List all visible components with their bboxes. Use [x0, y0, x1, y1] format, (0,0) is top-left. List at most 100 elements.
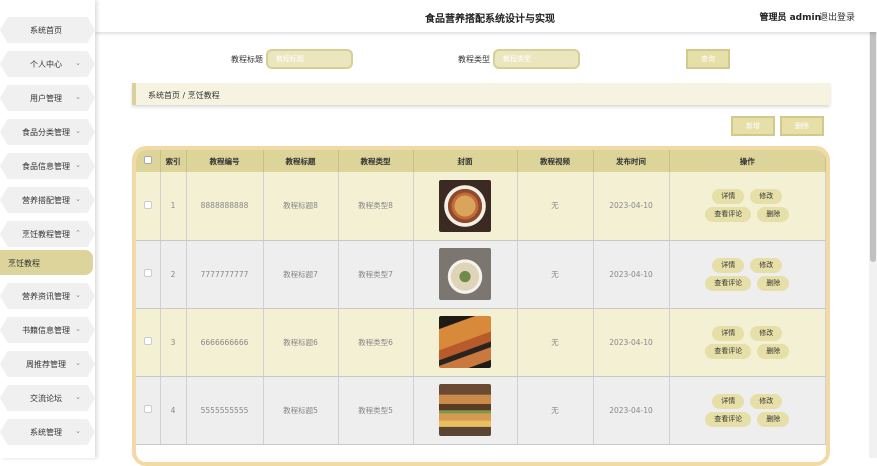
- cell-title: 教程标题8: [263, 172, 339, 241]
- sidebar-item-label: 系统首页: [30, 26, 62, 35]
- chevron-down-icon: ⌄: [75, 161, 81, 169]
- sidebar-item-users[interactable]: 用户管理 ⌄: [0, 85, 95, 111]
- column-header: 操作: [669, 150, 826, 172]
- sidebar-item-food-category[interactable]: 食品分类管理 ⌄: [0, 119, 95, 145]
- current-user: 管理员 admin: [759, 13, 821, 23]
- cell-type: 教程类型5: [338, 376, 414, 445]
- chevron-down-icon: ⌄: [75, 325, 81, 333]
- sidebar-item-home[interactable]: 系统首页: [0, 17, 95, 43]
- type-search-label: 教程类型: [458, 55, 490, 64]
- cover-image-burger-fries: [439, 384, 491, 436]
- cover-image-noodle-dish: [439, 179, 491, 232]
- column-header: 教程标题: [263, 150, 339, 172]
- row-checkbox[interactable]: [143, 337, 152, 345]
- sidebar-item-cooking-tutorial[interactable]: 烹饪教程管理 ⌃: [0, 221, 95, 247]
- cell-code: 7777777777: [186, 240, 264, 309]
- table-row: 3 6666666666 教程标题6 教程类型6 无 2023-04-10 详情…: [136, 308, 826, 377]
- chevron-up-icon: ⌃: [75, 229, 81, 237]
- page-scrollbar[interactable]: [869, 0, 877, 458]
- sidebar-item-books[interactable]: 书籍信息管理 ⌄: [0, 317, 95, 343]
- cell-title: 教程标题5: [263, 376, 339, 445]
- delete-button[interactable]: 删除: [757, 207, 790, 223]
- detail-button[interactable]: 详情: [712, 393, 745, 409]
- query-button[interactable]: 查询: [686, 49, 730, 69]
- detail-button[interactable]: 详情: [712, 257, 745, 273]
- row-checkbox[interactable]: [143, 405, 152, 413]
- cell-video: 无: [517, 308, 594, 377]
- view-comments-button[interactable]: 查看评论: [705, 207, 752, 223]
- cover-image-plated-meal: [439, 248, 491, 300]
- column-header: 封面: [413, 150, 518, 172]
- table-row: 4 5555555555 教程标题5 教程类型5 无 2023-04-10 详情…: [136, 376, 826, 445]
- detail-button[interactable]: 详情: [712, 189, 745, 205]
- chevron-down-icon: ⌄: [75, 393, 81, 401]
- logout-link[interactable]: 退出登录: [819, 10, 855, 23]
- cell-type: 教程类型8: [338, 172, 414, 241]
- add-button[interactable]: 新增: [731, 116, 775, 136]
- edit-button[interactable]: 修改: [750, 189, 783, 205]
- view-comments-button[interactable]: 查看评论: [705, 275, 752, 291]
- type-search-input[interactable]: [493, 49, 580, 69]
- select-all-cell[interactable]: [136, 150, 161, 172]
- cell-index: 2: [160, 240, 187, 309]
- cell-title: 教程标题6: [263, 308, 339, 377]
- breadcrumb: 系统首页 / 烹饪教程: [132, 83, 830, 105]
- edit-button[interactable]: 修改: [750, 325, 783, 341]
- sidebar: 系统首页 个人中心 ⌄ 用户管理 ⌄ 食品分类管理 ⌄ 食品信息管理 ⌄ 营养搭配管理 ⌄…: [0, 0, 95, 458]
- sidebar-item-weekly[interactable]: 周推荐管理 ⌄: [0, 351, 95, 377]
- edit-button[interactable]: 修改: [750, 393, 783, 409]
- sidebar-item-profile[interactable]: 个人中心 ⌄: [0, 51, 95, 77]
- sidebar-item-nutrition-combo[interactable]: 营养搭配管理 ⌄: [0, 187, 95, 213]
- sidebar-item-system[interactable]: 系统管理 ⌄: [0, 419, 95, 445]
- cell-date: 2023-04-10: [593, 308, 670, 377]
- delete-button[interactable]: 删除: [757, 275, 790, 291]
- edit-button[interactable]: 修改: [750, 257, 783, 273]
- cell-video: 无: [517, 172, 594, 241]
- chevron-down-icon: ⌄: [75, 359, 81, 367]
- chevron-down-icon: ⌄: [75, 195, 81, 203]
- cell-type: 教程类型6: [338, 308, 414, 377]
- cell-type: 教程类型7: [338, 240, 414, 309]
- cell-video: 无: [517, 240, 594, 309]
- column-header: 教程类型: [338, 150, 414, 172]
- sidebar-subitem-cooking-tutorial[interactable]: 烹饪教程: [0, 250, 93, 275]
- sidebar-item-nutrition-news[interactable]: 营养资讯管理 ⌄: [0, 283, 95, 309]
- chevron-down-icon: ⌄: [75, 93, 81, 101]
- cell-date: 2023-04-10: [593, 172, 670, 241]
- view-comments-button[interactable]: 查看评论: [705, 343, 752, 359]
- table-header-row: 索引 教程编号 教程标题 教程类型 封面 教程视频 发布时间 操作: [136, 150, 826, 172]
- cell-code: 6666666666: [186, 308, 264, 377]
- app-title: 食品营养搭配系统设计与实现: [425, 14, 555, 25]
- view-comments-button[interactable]: 查看评论: [705, 411, 752, 427]
- column-header: 索引: [160, 150, 187, 172]
- row-checkbox[interactable]: [143, 269, 152, 277]
- scrollbar-thumb[interactable]: [870, 2, 876, 262]
- row-checkbox[interactable]: [143, 200, 152, 209]
- cell-title: 教程标题7: [263, 240, 339, 309]
- title-search-input[interactable]: [266, 49, 353, 69]
- cell-date: 2023-04-10: [593, 240, 670, 309]
- cell-code: 8888888888: [186, 172, 264, 241]
- cell-code: 5555555555: [186, 376, 264, 445]
- delete-button[interactable]: 删除: [757, 343, 790, 359]
- sidebar-item-forum[interactable]: 交流论坛 ⌄: [0, 385, 95, 411]
- column-header: 发布时间: [593, 150, 670, 172]
- table-row: 2 7777777777 教程标题7 教程类型7 无 2023-04-10 详情…: [136, 240, 826, 309]
- chevron-down-icon: ⌄: [75, 291, 81, 299]
- sidebar-item-food-info[interactable]: 食品信息管理 ⌄: [0, 153, 95, 179]
- detail-button[interactable]: 详情: [712, 325, 745, 341]
- select-all-checkbox[interactable]: [143, 156, 152, 164]
- chevron-down-icon: ⌄: [75, 427, 81, 435]
- chevron-down-icon: ⌄: [75, 127, 81, 135]
- batch-delete-button[interactable]: 删除: [780, 116, 824, 136]
- column-header: 教程编号: [186, 150, 264, 172]
- cell-index: 1: [160, 172, 187, 241]
- sidebar-subitem-label: 烹饪教程: [8, 259, 40, 268]
- table-row: 1 8888888888 教程标题8 教程类型8 无 2023-04-10 详情…: [136, 172, 826, 241]
- top-header: 食品营养搭配系统设计与实现 管理员 admin 退出登录: [95, 0, 877, 32]
- cover-image-pizza-skewers: [439, 316, 491, 368]
- breadcrumb-text: 系统首页 / 烹饪教程: [148, 91, 220, 100]
- chevron-down-icon: ⌄: [75, 59, 81, 67]
- data-table: 索引 教程编号 教程标题 教程类型 封面 教程视频 发布时间 操作 1 8888…: [132, 146, 830, 466]
- delete-button[interactable]: 删除: [757, 411, 790, 427]
